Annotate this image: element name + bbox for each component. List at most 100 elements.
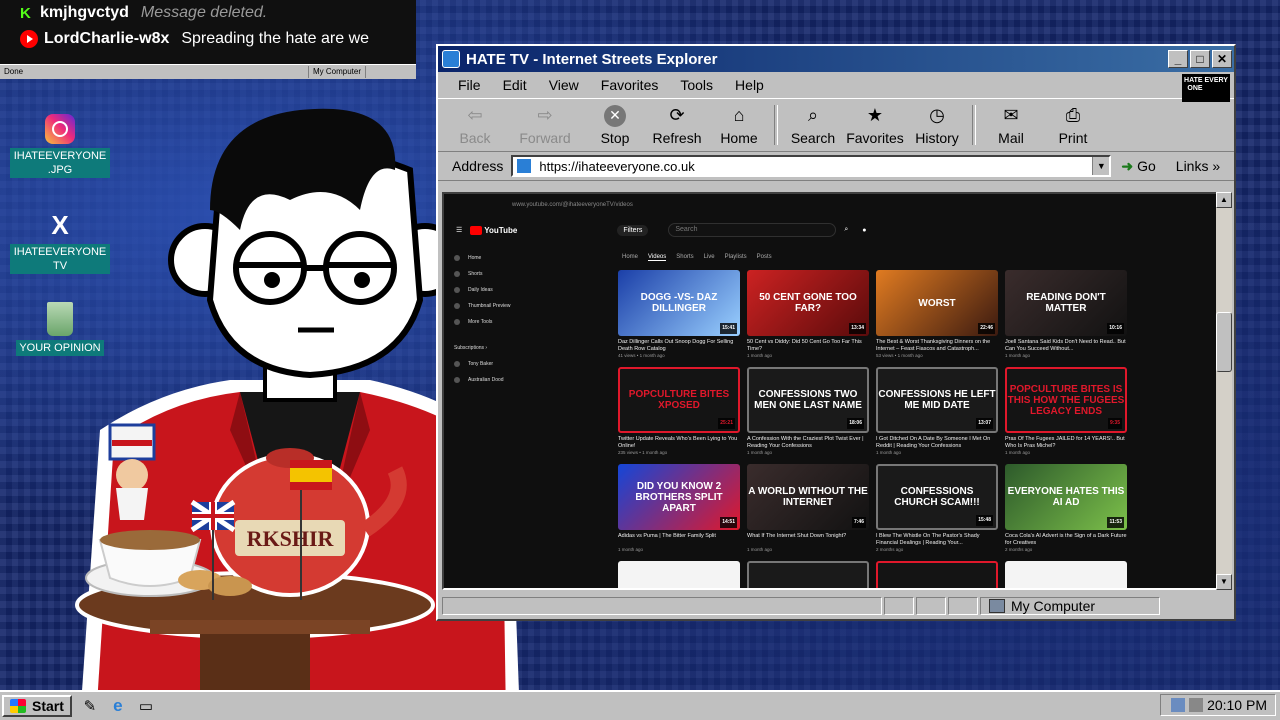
thumbnail-text: CONFESSIONS HE LEFT ME MID DATE	[878, 389, 996, 411]
video-card[interactable]: POPCULTURE BITES	[876, 561, 998, 588]
video-card[interactable]: 50 CENT GONE TOO FAR? 13:34 50 Cent vs Did…	[747, 270, 869, 359]
menu-view[interactable]: View	[549, 77, 579, 93]
video-card[interactable]: CONFESSIONS TWO MEN ONE LAST NAME 18:06 A …	[747, 367, 869, 456]
vertical-scrollbar[interactable]: ▲ ▼	[1216, 192, 1232, 590]
back-button[interactable]: ⇦ Back	[444, 105, 506, 146]
sidebar-item-shorts[interactable]: Shorts	[454, 266, 544, 282]
video-card[interactable]: POPCULTURE BITES XPOSED 25:21 Twitter Upda…	[618, 367, 740, 456]
video-card[interactable]: EVERYONE HATES THIS AI AD 11:53 Coca Cola'…	[1005, 464, 1127, 553]
address-input[interactable]: https://ihateeveryone.co.uk ▼	[511, 155, 1112, 177]
video-card[interactable]: CONFESSIONS HE LEFT ME MID DATE 13:07 I Go…	[876, 367, 998, 456]
mail-button[interactable]: ✉ Mail	[980, 105, 1042, 146]
video-thumbnail[interactable]: 50 CENT GONE TOO FAR? 13:34	[747, 270, 869, 336]
links-button[interactable]: Links »	[1176, 158, 1220, 174]
video-thumbnail[interactable]: CONFESSIONS CHURCH SCAM!!! 15:48	[876, 464, 998, 530]
menu-help[interactable]: Help	[735, 77, 764, 93]
ie-icon[interactable]: e	[108, 696, 128, 716]
start-button[interactable]: Start	[2, 695, 72, 717]
tab-playlists[interactable]: Playlists	[725, 254, 747, 261]
video-thumbnail[interactable]: DEAD BY DAYLIGHT	[1005, 561, 1127, 588]
sidebar-item-daily-ideas[interactable]: Daily Ideas	[454, 282, 544, 298]
video-title[interactable]: 50 Cent vs Diddy: Did 50 Cent Go Too Far…	[747, 339, 869, 353]
favorites-button[interactable]: ★ Favorites	[844, 105, 906, 146]
video-title[interactable]: Joell Santana Said Kids Don't Need to Re…	[1005, 339, 1127, 353]
sidebar-item-home[interactable]: Home	[454, 250, 544, 266]
video-card[interactable]: WORST 22:46 The Best & Worst Thanksgiving …	[876, 270, 998, 359]
menu-favorites[interactable]: Favorites	[601, 77, 659, 93]
video-card[interactable]: CONFESSIONS	[747, 561, 869, 588]
youtube-search-input[interactable]: Search	[668, 223, 837, 237]
video-card[interactable]: CONFESSIONS CHURCH SCAM!!! 15:48 I Blew Th…	[876, 464, 998, 553]
network-icon[interactable]	[1171, 698, 1186, 712]
tab-posts[interactable]: Posts	[757, 254, 772, 261]
scroll-thumb[interactable]	[1216, 312, 1232, 372]
home-button[interactable]: ⌂ Home	[708, 105, 770, 146]
tab-shorts[interactable]: Shorts	[676, 254, 693, 261]
video-title[interactable]: Daz Dillinger Calls Out Snoop Dogg For S…	[618, 339, 740, 353]
video-title[interactable]: What If The Internet Shut Down Tonight?	[747, 533, 869, 547]
microphone-icon[interactable]: ●	[862, 227, 866, 234]
hamburger-icon[interactable]: ☰	[456, 226, 462, 234]
video-card[interactable]: DEAD BY DAYLIGHT	[1005, 561, 1127, 588]
sidebar-item-thumbnail-preview[interactable]: Thumbnail Preview	[454, 298, 544, 314]
video-title[interactable]: The Best & Worst Thanksgiving Dinners on…	[876, 339, 998, 353]
video-title[interactable]: A Confession With the Craziest Plot Twis…	[747, 436, 869, 450]
video-thumbnail[interactable]: CONFESSIONS	[747, 561, 869, 588]
search-icon[interactable]: ⌕	[844, 226, 848, 234]
video-thumbnail[interactable]: DID YOU KNOW 2 BROTHERS SPLIT APART 14:51	[618, 464, 740, 530]
video-thumbnail[interactable]: POPCULTURE BITES IS THIS HOW THE FUGEES …	[1005, 367, 1127, 433]
scroll-down-button[interactable]: ▼	[1216, 574, 1232, 590]
volume-icon[interactable]	[1189, 698, 1204, 712]
address-dropdown-button[interactable]: ▼	[1092, 157, 1110, 175]
history-button[interactable]: ◷ History	[906, 105, 968, 146]
video-thumbnail[interactable]: WORST 22:46	[876, 270, 998, 336]
video-thumbnail[interactable]: CONFESSIONS HE LEFT ME MID DATE 13:07	[876, 367, 998, 433]
stop-button[interactable]: ✕ Stop	[584, 104, 646, 146]
video-card[interactable]: DID YOU KNOW 2 BROTHERS SPLIT APART 14:51…	[618, 464, 740, 553]
subscription-item[interactable]: Australian Dood	[454, 372, 544, 388]
forward-button[interactable]: ⇨ Forward	[506, 105, 584, 146]
video-title[interactable]: Adidas vs Puma | The Bitter Family Split	[618, 533, 740, 547]
video-thumbnail[interactable]: CONFESSIONS TWO MEN ONE LAST NAME 18:06	[747, 367, 869, 433]
search-button[interactable]: ⌕ Search	[782, 105, 844, 146]
video-duration: 11:53	[1107, 517, 1124, 528]
close-button[interactable]: ✕	[1212, 50, 1232, 68]
scroll-up-button[interactable]: ▲	[1216, 192, 1232, 208]
menu-edit[interactable]: Edit	[503, 77, 527, 93]
minimize-button[interactable]: _	[1168, 50, 1188, 68]
video-title[interactable]: I Got Ditched On A Date By Someone I Met…	[876, 436, 998, 450]
desktop-icon[interactable]: ▭	[136, 696, 156, 716]
video-card[interactable]: DOGG -VS- DAZ DILLINGER 15:41 Daz Dillinge…	[618, 270, 740, 359]
title-bar[interactable]: HATE TV - Internet Streets Explorer _ □ …	[438, 46, 1234, 72]
video-title[interactable]: Coca Cola's AI Advert is the Sign of a D…	[1005, 533, 1127, 547]
subscription-item[interactable]: Tony Baker	[454, 356, 544, 372]
video-thumbnail[interactable]: POPCULTURE BITES XPOSED 25:21	[618, 367, 740, 433]
video-card[interactable]: A WORLD WITHOUT THE INTERNET 7:46 What If …	[747, 464, 869, 553]
video-card[interactable]: POPCULTURE BITES IS THIS HOW THE FUGEES …	[1005, 367, 1127, 456]
refresh-button[interactable]: ⟳ Refresh	[646, 105, 708, 146]
video-title[interactable]: I Blew The Whistle On The Pastor's Shady…	[876, 533, 998, 547]
youtube-logo[interactable]: YouTube	[470, 226, 517, 235]
video-thumbnail[interactable]: DEAD BY DAYLIGHT	[618, 561, 740, 588]
menu-file[interactable]: File	[458, 77, 481, 93]
tab-home[interactable]: Home	[622, 254, 638, 261]
filters-button[interactable]: Filters	[617, 224, 649, 236]
video-title[interactable]: Twitter Update Reveals Who's Been Lying …	[618, 436, 740, 450]
menu-tools[interactable]: Tools	[680, 77, 713, 93]
notepad-icon[interactable]: ✎	[80, 696, 100, 716]
video-thumbnail[interactable]: READING DON'T MATTER 10:16	[1005, 270, 1127, 336]
video-card[interactable]: DEAD BY DAYLIGHT	[618, 561, 740, 588]
video-thumbnail[interactable]: A WORLD WITHOUT THE INTERNET 7:46	[747, 464, 869, 530]
video-card[interactable]: READING DON'T MATTER 10:16 Joell Santana S…	[1005, 270, 1127, 359]
sidebar-item-more-tools[interactable]: More Tools	[454, 314, 544, 330]
tab-videos[interactable]: Videos	[648, 254, 667, 261]
video-thumbnail[interactable]: DOGG -VS- DAZ DILLINGER 15:41	[618, 270, 740, 336]
video-duration: 9:35	[1107, 418, 1122, 429]
video-thumbnail[interactable]: POPCULTURE BITES	[876, 561, 998, 588]
tab-live[interactable]: Live	[704, 254, 715, 261]
video-thumbnail[interactable]: EVERYONE HATES THIS AI AD 11:53	[1005, 464, 1127, 530]
go-button[interactable]: ➜ Go	[1121, 158, 1155, 175]
video-title[interactable]: Pras Of The Fugees JAILED for 14 YEARS!.…	[1005, 436, 1127, 450]
print-button[interactable]: ⎙ Print	[1042, 105, 1104, 146]
maximize-button[interactable]: □	[1190, 50, 1210, 68]
